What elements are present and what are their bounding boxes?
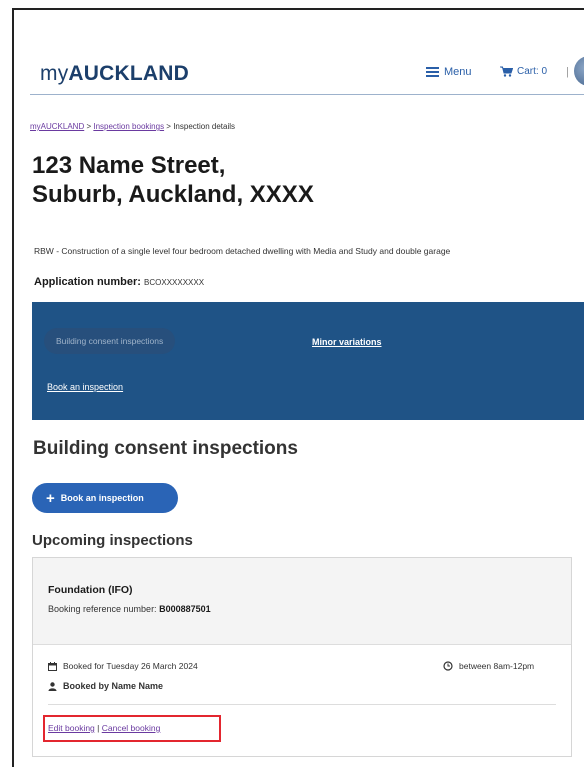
clock-icon xyxy=(443,661,453,671)
book-inspection-button-label: Book an inspection xyxy=(60,493,144,503)
breadcrumb: myAUCKLAND > Inspection bookings > Inspe… xyxy=(30,122,235,131)
header-divider xyxy=(30,94,584,95)
application-number-value: BCOXXXXXXXX xyxy=(144,278,205,287)
hamburger-icon xyxy=(426,67,439,77)
booking-reference-label: Booking reference number: xyxy=(48,604,157,614)
calendar-icon xyxy=(48,661,57,671)
tab-building-consent-inspections[interactable]: Building consent inspections xyxy=(44,328,176,354)
booking-time-text: between 8am-12pm xyxy=(459,661,535,671)
cart-button[interactable]: Cart: 0 xyxy=(500,66,547,77)
breadcrumb-bookings-link[interactable]: Inspection bookings xyxy=(93,122,164,131)
page-title: 123 Name Street, Suburb, Auckland, XXXX xyxy=(32,151,552,209)
booking-reference: Booking reference number: B000887501 xyxy=(48,604,211,614)
cancel-booking-link[interactable]: Cancel booking xyxy=(102,723,161,733)
action-separator: | xyxy=(94,723,102,733)
inspection-card: Foundation (IFO) Booking reference numbe… xyxy=(32,557,572,757)
application-number: Application number: BCOXXXXXXXX xyxy=(34,276,204,288)
booking-time: between 8am-12pm xyxy=(443,661,534,671)
user-icon xyxy=(48,681,57,691)
upcoming-heading: Upcoming inspections xyxy=(32,532,193,549)
inspection-card-header xyxy=(33,558,571,644)
page-title-line1: 123 Name Street, xyxy=(32,152,226,179)
minor-variations-link[interactable]: Minor variations xyxy=(312,337,382,347)
inspection-name: Foundation (IFO) xyxy=(48,584,133,596)
booked-by-text: Booked by Name Name xyxy=(63,681,164,691)
site-logo[interactable]: myAUCKLAND xyxy=(40,62,189,86)
book-inspection-button[interactable]: + Book an inspection xyxy=(32,483,178,513)
cart-icon xyxy=(500,66,513,77)
breadcrumb-separator: > xyxy=(164,122,174,131)
logo-prefix: my xyxy=(40,62,69,85)
breadcrumb-home-link[interactable]: myAUCKLAND xyxy=(30,122,84,131)
logo-main: AUCKLAND xyxy=(68,62,189,85)
card-divider xyxy=(33,644,571,645)
booked-for-text: Booked for Tuesday 26 March 2024 xyxy=(63,661,198,671)
app-window: myAUCKLAND Menu Cart: 0 | myAUCKLAND > I… xyxy=(12,8,584,767)
consent-description: RBW - Construction of a single level fou… xyxy=(34,246,451,256)
booking-actions: Edit booking | Cancel booking xyxy=(48,723,160,733)
application-number-label: Application number: xyxy=(34,276,141,288)
booked-by: Booked by Name Name xyxy=(48,681,163,691)
page-title-line2: Suburb, Auckland, XXXX xyxy=(32,181,314,208)
cart-label: Cart: 0 xyxy=(517,66,548,77)
inspection-nav-panel: Building consent inspections Minor varia… xyxy=(32,302,584,420)
breadcrumb-current: Inspection details xyxy=(173,122,236,131)
menu-label: Menu xyxy=(444,66,472,78)
booking-reference-value: B000887501 xyxy=(159,604,211,614)
avatar[interactable] xyxy=(574,56,584,86)
section-heading: Building consent inspections xyxy=(33,438,298,459)
menu-button[interactable]: Menu xyxy=(426,66,472,78)
nav-separator: | xyxy=(566,66,569,78)
plus-icon: + xyxy=(46,489,55,507)
booked-for: Booked for Tuesday 26 March 2024 xyxy=(48,661,198,671)
card-inner-divider xyxy=(48,704,556,705)
book-inspection-link[interactable]: Book an inspection xyxy=(47,382,123,392)
site-header: myAUCKLAND Menu Cart: 0 | xyxy=(14,10,584,96)
edit-booking-link[interactable]: Edit booking xyxy=(48,723,95,733)
breadcrumb-separator: > xyxy=(84,122,94,131)
